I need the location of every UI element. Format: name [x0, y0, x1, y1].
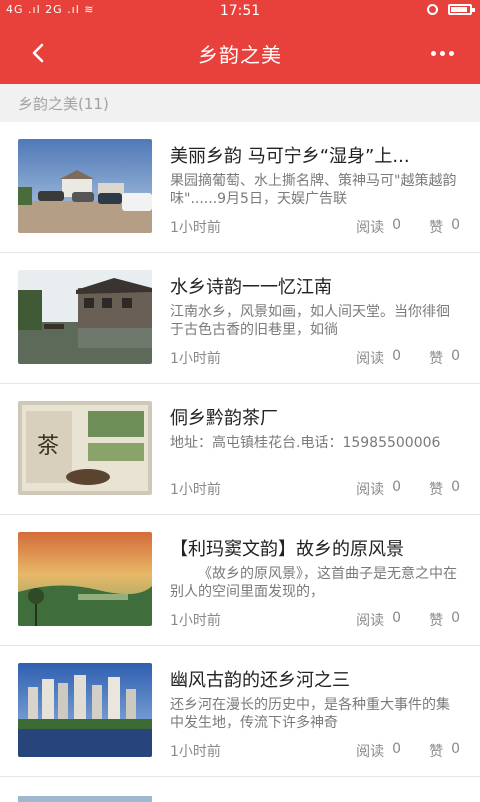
thumbnail-image	[18, 532, 152, 626]
like-count: 0	[451, 610, 460, 626]
read-label: 阅读	[356, 351, 385, 367]
svg-text:茶: 茶	[37, 434, 59, 459]
status-bar: 4G .ıl 2G .ıl ≋ 17:51	[0, 0, 480, 22]
item-title: 【利玛窦文韵】故乡的原风景	[170, 539, 404, 560]
like-label: 赞	[429, 220, 444, 236]
item-title: 水乡诗韵一一忆江南	[170, 277, 332, 298]
item-time: 1小时前	[170, 351, 221, 367]
item-summary: 《故乡的原风景》，这首曲子是无意之中在别人的空间里面发现的，	[170, 566, 457, 600]
like-label: 赞	[429, 744, 444, 760]
item-title: 美丽乡韵 马可宁乡“湿身”上...	[170, 146, 410, 167]
section-header: 乡韵之美(11)	[0, 84, 480, 122]
read-count: 0	[392, 348, 402, 364]
like-label: 赞	[429, 351, 444, 367]
list-item[interactable]: 【利玛窦文韵】故乡的原风景 《故乡的原风景》，这首曲子是无意之中在别人的空间里面…	[0, 515, 480, 646]
thumbnail-image	[18, 663, 152, 757]
next-thumbnail-partial	[18, 796, 152, 802]
list-item[interactable]: 茶 侗乡黔韵茶厂 地址：高屯镇桂花台.电话：15985500006 1小时前 阅…	[0, 384, 480, 515]
item-summary: 果园摘葡萄、水上撕名牌、策神马可"越策越韵味"......9月5日，天娱广告联	[170, 173, 457, 207]
like-count: 0	[451, 479, 460, 495]
thumbnail-image: 茶	[18, 401, 152, 495]
item-time: 1小时前	[170, 220, 221, 236]
like-count: 0	[451, 217, 460, 233]
read-count: 0	[392, 479, 402, 495]
read-count: 0	[392, 741, 402, 757]
article-list: 美丽乡韵 马可宁乡“湿身”上... 果园摘葡萄、水上撕名牌、策神马可"越策越韵味…	[0, 122, 480, 777]
alarm-icon	[427, 4, 438, 15]
more-button[interactable]	[424, 38, 460, 68]
item-title: 侗乡黔韵茶厂	[170, 408, 278, 429]
read-label: 阅读	[356, 220, 385, 236]
list-item[interactable]: 幽风古韵的还乡河之三 还乡河在漫长的历史中，是各种重大事件的集中发生地，传流下许…	[0, 646, 480, 777]
item-title: 幽风古韵的还乡河之三	[170, 670, 350, 691]
read-label: 阅读	[356, 613, 385, 629]
read-count: 0	[392, 217, 402, 233]
page-title: 乡韵之美	[198, 43, 282, 67]
like-count: 0	[451, 348, 460, 364]
item-summary: 地址：高屯镇桂花台.电话：15985500006	[170, 435, 441, 451]
list-item[interactable]: 美丽乡韵 马可宁乡“湿身”上... 果园摘葡萄、水上撕名牌、策神马可"越策越韵味…	[0, 122, 480, 253]
status-icons	[427, 4, 475, 15]
battery-icon	[448, 4, 475, 15]
thumbnail-image	[18, 139, 152, 233]
more-dots-icon	[430, 50, 436, 56]
like-label: 赞	[429, 482, 444, 498]
item-time: 1小时前	[170, 613, 221, 629]
read-count: 0	[392, 610, 402, 626]
like-count: 0	[451, 741, 460, 757]
status-time: 17:51	[219, 3, 261, 19]
item-time: 1小时前	[170, 744, 221, 760]
app-header: 乡韵之美	[0, 22, 480, 84]
like-label: 赞	[429, 613, 444, 629]
read-label: 阅读	[356, 744, 385, 760]
read-label: 阅读	[356, 482, 385, 498]
item-summary: 还乡河在漫长的历史中，是各种重大事件的集中发生地，传流下许多神奇	[170, 697, 450, 731]
thumbnail-image	[18, 270, 152, 364]
list-item[interactable]: 水乡诗韵一一忆江南 江南水乡，风景如画，如人间天堂。当你徘徊于古色古香的旧巷里，…	[0, 253, 480, 384]
item-time: 1小时前	[170, 482, 221, 498]
section-title: 乡韵之美(11)	[18, 95, 109, 113]
item-summary: 江南水乡，风景如画，如人间天堂。当你徘徊于古色古香的旧巷里，如徜	[170, 304, 450, 338]
